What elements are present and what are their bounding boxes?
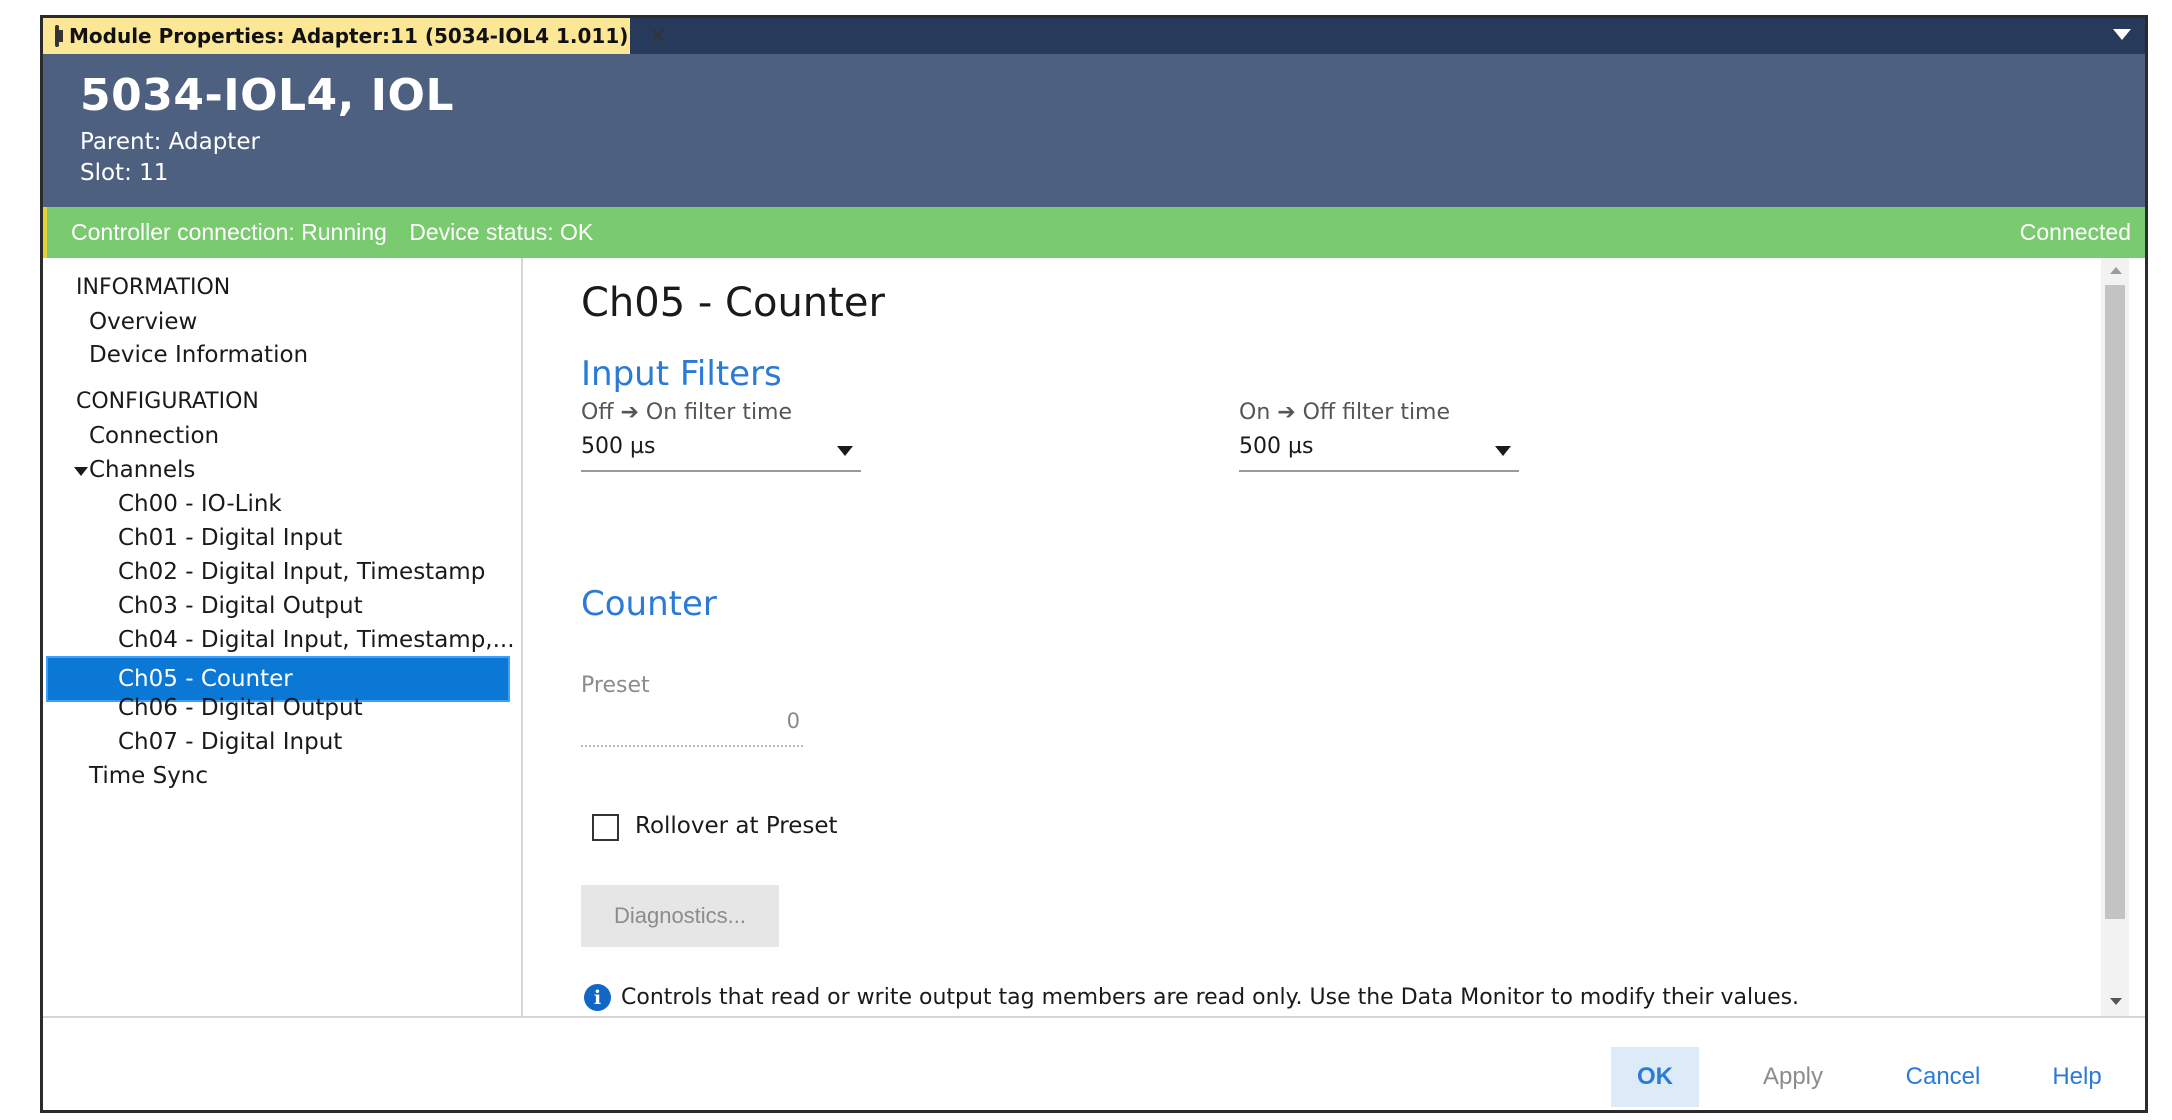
- connection-state: Connected: [2019, 219, 2131, 245]
- dialog-footer: OK Apply Cancel Help: [43, 1016, 2145, 1110]
- sidebar-item-ch03[interactable]: Ch03 - Digital Output: [118, 593, 363, 619]
- sidebar-item-channels[interactable]: Channels: [58, 457, 195, 483]
- rollover-checkbox[interactable]: [592, 814, 619, 841]
- scrollbar-thumb[interactable]: [2105, 285, 2125, 919]
- input-filters-heading: Input Filters: [581, 354, 782, 394]
- read-only-info: i Controls that read or write output tag…: [584, 984, 1799, 1011]
- module-properties-window: Module Properties: Adapter:11 (5034-IOL4…: [40, 15, 2148, 1113]
- on-off-filter-select[interactable]: 500 µs: [1239, 428, 1519, 472]
- chevron-down-icon[interactable]: [837, 446, 853, 456]
- sidebar-item-ch01[interactable]: Ch01 - Digital Input: [118, 525, 342, 551]
- tab-title: Module Properties: Adapter:11 (5034-IOL4…: [69, 24, 629, 48]
- document-tab[interactable]: Module Properties: Adapter:11 (5034-IOL4…: [43, 18, 667, 54]
- information-heading: INFORMATION: [76, 275, 231, 300]
- sidebar-item-overview[interactable]: Overview: [89, 309, 197, 335]
- help-button[interactable]: Help: [2031, 1047, 2123, 1107]
- sidebar-item-ch02[interactable]: Ch02 - Digital Input, Timestamp: [118, 559, 485, 585]
- apply-button: Apply: [1738, 1047, 1848, 1107]
- configuration-heading: CONFIGURATION: [76, 389, 259, 414]
- off-on-filter-label: Off ➔ On filter time: [581, 400, 793, 425]
- parent-label: Parent: Adapter: [80, 129, 260, 155]
- rollover-label[interactable]: Rollover at Preset: [635, 813, 838, 839]
- sidebar-item-time-sync[interactable]: Time Sync: [89, 763, 208, 789]
- on-off-filter-value: 500 µs: [1239, 434, 1314, 459]
- module-header: 5034-IOL4, IOL Parent: Adapter Slot: 11: [43, 54, 2145, 207]
- preset-input: 0: [581, 703, 803, 747]
- scroll-up-arrow-icon[interactable]: [2110, 267, 2122, 274]
- off-on-filter-select[interactable]: 500 µs: [581, 428, 861, 472]
- chevron-down-icon[interactable]: [1495, 446, 1511, 456]
- sidebar-item-ch06[interactable]: Ch06 - Digital Output: [118, 695, 363, 721]
- counter-heading: Counter: [581, 584, 717, 624]
- sidebar-item-device-information[interactable]: Device Information: [89, 342, 308, 368]
- on-off-filter-label: On ➔ Off filter time: [1239, 400, 1451, 425]
- controller-connection-status: Controller connection: Running: [71, 219, 387, 245]
- sidebar-item-ch00[interactable]: Ch00 - IO-Link: [118, 491, 282, 517]
- expand-caret-icon[interactable]: [74, 467, 88, 476]
- category-navigation: INFORMATION Overview Device Information …: [43, 258, 523, 1016]
- diagnostics-button: Diagnostics...: [581, 885, 779, 947]
- ok-button[interactable]: OK: [1611, 1047, 1699, 1107]
- cancel-button[interactable]: Cancel: [1878, 1047, 2008, 1107]
- scroll-down-arrow-icon[interactable]: [2110, 998, 2122, 1005]
- sidebar-item-ch04[interactable]: Ch04 - Digital Input, Timestamp,...: [118, 627, 515, 653]
- sidebar-item-ch07[interactable]: Ch07 - Digital Input: [118, 729, 342, 755]
- chevron-down-icon[interactable]: [2113, 29, 2131, 40]
- close-icon[interactable]: ✕: [648, 24, 666, 49]
- info-icon: i: [584, 984, 611, 1011]
- sidebar-item-connection[interactable]: Connection: [89, 423, 219, 449]
- info-text: Controls that read or write output tag m…: [621, 985, 1800, 1010]
- channel-config-panel: Ch05 - Counter Input Filters Off ➔ On fi…: [525, 258, 2129, 1016]
- sidebar-item-label: Channels: [89, 457, 196, 483]
- slot-label: Slot: 11: [80, 160, 169, 186]
- title-bar: Module Properties: Adapter:11 (5034-IOL4…: [43, 18, 2145, 54]
- off-on-filter-value: 500 µs: [581, 434, 656, 459]
- module-document-icon: [55, 25, 63, 47]
- preset-label: Preset: [581, 673, 650, 698]
- connection-status-bar: Controller connection: Running Device st…: [43, 207, 2145, 258]
- vertical-scrollbar[interactable]: [2101, 258, 2129, 1016]
- module-name: 5034-IOL4, IOL: [80, 70, 454, 121]
- device-status: Device status: OK: [409, 219, 594, 245]
- page-title: Ch05 - Counter: [581, 280, 885, 326]
